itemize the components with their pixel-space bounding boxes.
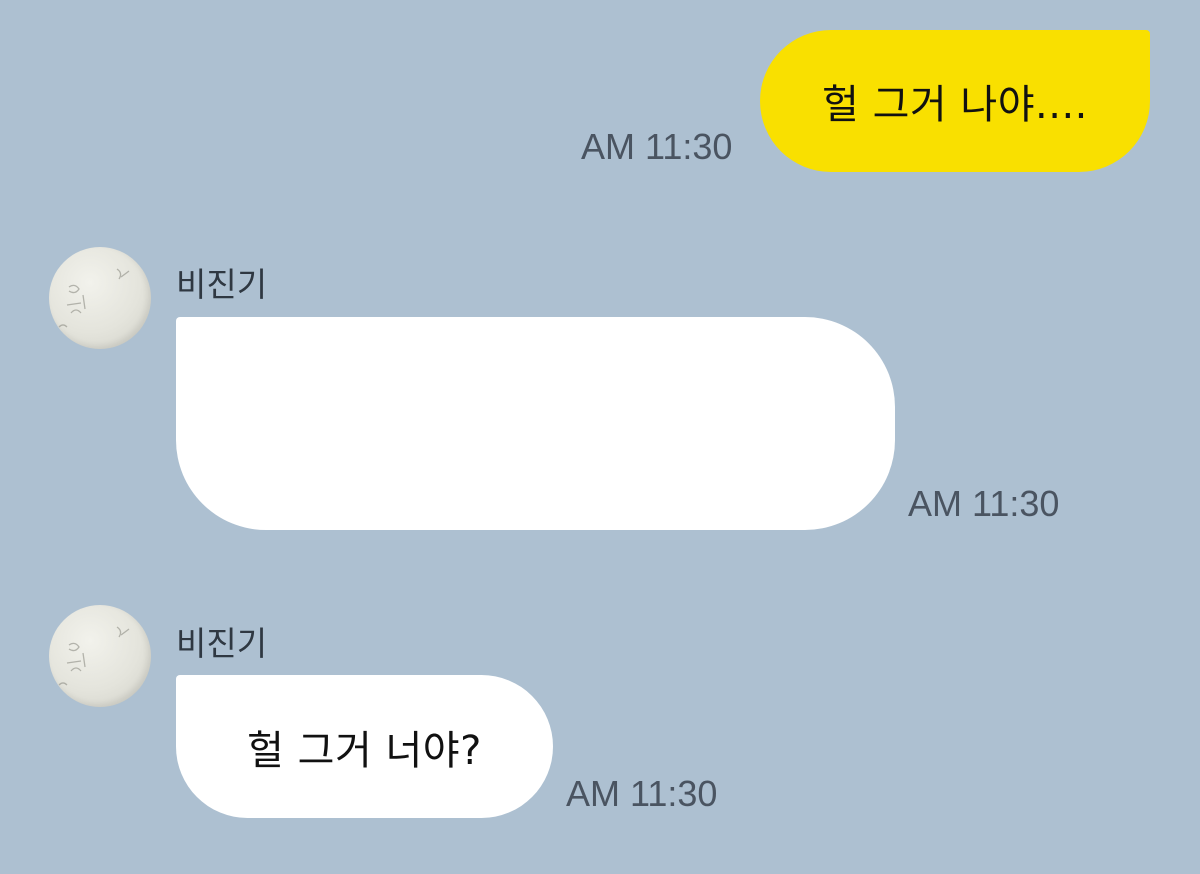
- message-timestamp: AM 11:30: [908, 483, 1060, 524]
- avatar-scribble-icon: [58, 626, 130, 686]
- message-timestamp: AM 11:30: [581, 126, 733, 167]
- message-timestamp: AM 11:30: [566, 773, 718, 814]
- incoming-message-bubble[interactable]: 헐 그거 너야?: [176, 675, 553, 818]
- avatar[interactable]: [49, 605, 151, 707]
- message-text: 헐 그거 너야?: [247, 727, 482, 774]
- message-text: 헐 그거 나야....: [822, 82, 1088, 128]
- incoming-message-bubble[interactable]: [176, 317, 895, 530]
- outgoing-message-bubble[interactable]: 헐 그거 나야....: [760, 30, 1150, 172]
- chat-area: 헐 그거 나야.... AM 11:30 비진기 AM 11:30 비진기 헐 …: [0, 0, 1200, 874]
- avatar-scribble-icon: [58, 268, 130, 328]
- sender-name: 비진기: [176, 624, 268, 663]
- avatar[interactable]: [49, 247, 151, 349]
- sender-name: 비진기: [176, 265, 268, 304]
